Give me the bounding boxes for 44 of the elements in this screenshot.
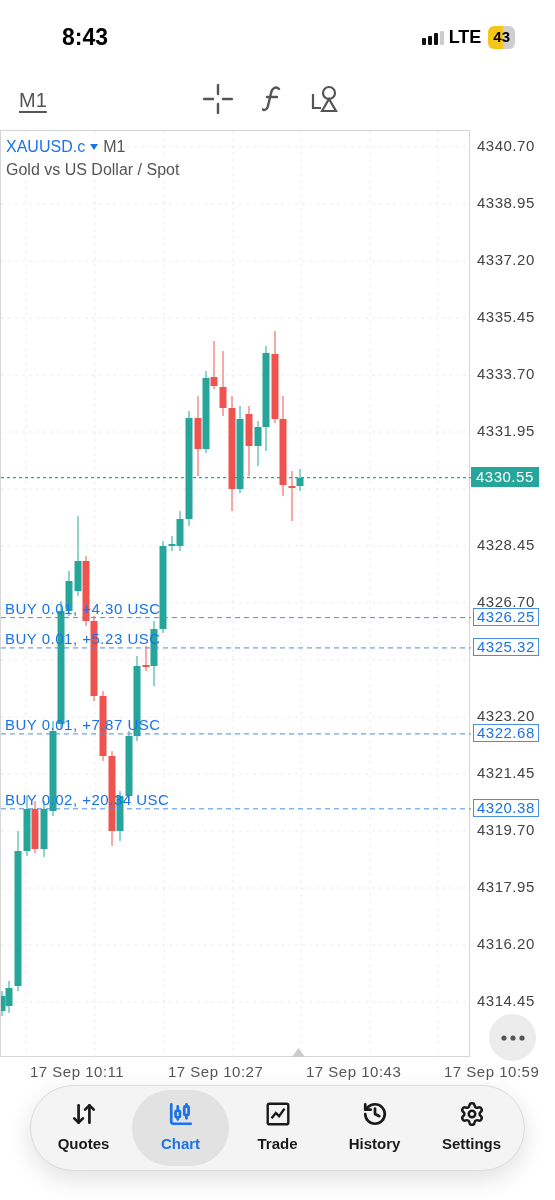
price-axis-label: 4337.20 xyxy=(477,251,535,269)
shapes-icon[interactable] xyxy=(311,84,341,114)
timeframe-button[interactable]: M1 xyxy=(19,85,47,115)
nav-tab[interactable]: Settings xyxy=(423,1090,520,1166)
order-price-badge: 4322.68 xyxy=(473,723,539,742)
current-price-badge: 4330.55 xyxy=(471,466,539,487)
dropdown-caret-icon xyxy=(90,144,99,150)
function-icon[interactable] xyxy=(262,85,282,113)
chart-timeframe: M1 xyxy=(103,137,126,157)
price-axis-label: 4317.95 xyxy=(477,877,535,896)
status-time: 8:43 xyxy=(62,23,109,53)
settings-icon xyxy=(458,1100,485,1127)
price-axis-label: 4335.45 xyxy=(477,308,535,326)
crosshair-icon[interactable] xyxy=(203,84,233,114)
order-price-badge: 4326.25 xyxy=(473,607,539,626)
time-axis-label: 17 Sep 10:27 xyxy=(168,1062,264,1082)
order-price-badge: 4325.32 xyxy=(473,637,539,656)
symbol-selector[interactable]: XAUUSD.c xyxy=(6,135,86,159)
price-axis-label: 4319.70 xyxy=(477,820,535,839)
candlestick-icon xyxy=(167,1100,194,1127)
nav-tab[interactable]: Quotes xyxy=(35,1090,132,1166)
time-axis-label: 17 Sep 10:59 xyxy=(444,1062,540,1082)
price-axis-label: 4314.45 xyxy=(477,991,535,1010)
more-button[interactable] xyxy=(489,1014,536,1061)
symbol-description: Gold vs US Dollar / Spot xyxy=(6,160,180,180)
price-axis-label: 4328.45 xyxy=(477,535,535,554)
history-icon xyxy=(361,1100,388,1127)
price-axis-label: 4331.95 xyxy=(477,422,535,440)
price-axis-label: 4340.70 xyxy=(477,137,535,155)
time-axis-label: 17 Sep 10:43 xyxy=(306,1062,402,1082)
line-chart-icon xyxy=(264,1100,291,1127)
signal-icon xyxy=(421,30,444,45)
price-axis-label: 4316.20 xyxy=(477,934,535,953)
time-marker-icon xyxy=(292,1048,305,1057)
price-axis-label: 4323.20 xyxy=(477,706,535,725)
price-axis-label: 4333.70 xyxy=(477,365,535,383)
more-icon xyxy=(500,1034,525,1041)
network-label: LTE xyxy=(448,26,482,49)
nav-tab[interactable]: Trade xyxy=(229,1090,326,1166)
price-axis-label: 4338.95 xyxy=(477,194,535,212)
nav-tab[interactable]: History xyxy=(326,1090,423,1166)
time-axis-label: 17 Sep 10:11 xyxy=(30,1062,125,1082)
price-axis-label: 4321.45 xyxy=(477,763,535,782)
order-price-badge: 4320.38 xyxy=(473,798,539,817)
